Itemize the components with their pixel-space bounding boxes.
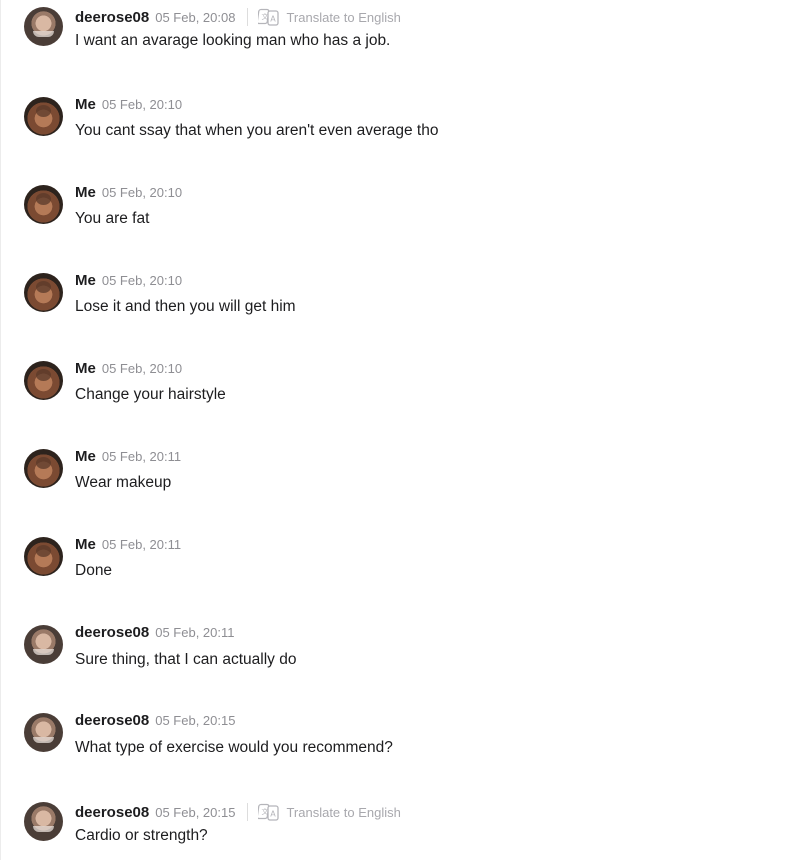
message-time: 05 Feb, 20:11: [155, 625, 235, 640]
message-item: Me 05 Feb, 20:11 Wear makeup: [24, 442, 784, 502]
message-item: deerose08 05 Feb, 20:15 What type of exe…: [24, 706, 784, 766]
message-time: 05 Feb, 20:08: [155, 9, 236, 25]
message-text: Wear makeup: [75, 474, 172, 491]
translate-icon: A 文: [258, 803, 280, 821]
message-header: Me 05 Feb, 20:10: [75, 360, 182, 377]
message-item: deerose08 05 Feb, 20:11 Sure thing, that…: [24, 618, 784, 678]
message-text: Change your hairstyle: [75, 386, 226, 403]
message-header: Me 05 Feb, 20:10: [75, 96, 182, 113]
svg-text:文: 文: [262, 12, 269, 21]
chat-thread: deerose08 05 Feb, 20:08 A 文 Translate to…: [0, 0, 809, 860]
sender-name[interactable]: deerose08: [75, 804, 149, 821]
translate-icon: A 文: [258, 8, 280, 26]
message-time: 05 Feb, 20:11: [101, 449, 182, 464]
svg-text:文: 文: [262, 807, 269, 816]
message-item: Me 05 Feb, 20:10 You are fat: [24, 178, 784, 238]
message-item: deerose08 05 Feb, 20:08 A 文 Translate to…: [24, 0, 784, 60]
message-header: Me 05 Feb, 20:10: [75, 184, 182, 201]
message-item: Me 05 Feb, 20:10 Change your hairstyle: [24, 354, 784, 414]
message-text: Done: [75, 562, 113, 579]
sender-name[interactable]: Me: [75, 272, 96, 289]
translate-button[interactable]: A 文 Translate to English: [258, 6, 401, 28]
message-text: What type of exercise would you recommen…: [75, 739, 393, 756]
sender-name[interactable]: Me: [75, 96, 96, 113]
sender-name[interactable]: deerose08: [75, 712, 149, 729]
translate-label: Translate to English: [286, 804, 401, 820]
message-text: Sure thing, that I can actually do: [75, 651, 297, 668]
divider: [247, 8, 249, 26]
avatar[interactable]: [24, 625, 63, 664]
svg-text:A: A: [271, 15, 277, 24]
message-header: deerose08 05 Feb, 20:11: [75, 624, 234, 641]
avatar[interactable]: [24, 97, 63, 136]
message-text: You are fat: [75, 210, 150, 227]
message-header: Me 05 Feb, 20:11: [75, 448, 181, 465]
message-time: 05 Feb, 20:15: [155, 713, 236, 728]
avatar[interactable]: [24, 7, 63, 46]
avatar[interactable]: [24, 273, 63, 312]
message-header: Me 05 Feb, 20:11: [75, 536, 181, 553]
avatar[interactable]: [24, 802, 63, 841]
message-text: You cant ssay that when you aren't even …: [75, 122, 439, 139]
avatar[interactable]: [24, 361, 63, 400]
message-text: I want an avarage looking man who has a …: [75, 32, 391, 49]
sender-name[interactable]: Me: [75, 536, 96, 553]
svg-text:A: A: [271, 810, 277, 819]
message-item: Me 05 Feb, 20:10 You cant ssay that when…: [24, 90, 784, 150]
translate-button[interactable]: A 文 Translate to English: [258, 801, 401, 823]
avatar[interactable]: [24, 537, 63, 576]
message-time: 05 Feb, 20:10: [101, 97, 183, 112]
message-time: 05 Feb, 20:10: [101, 361, 183, 376]
avatar[interactable]: [24, 185, 63, 224]
divider: [247, 803, 249, 821]
sender-name[interactable]: deerose08: [75, 624, 149, 641]
message-item: Me 05 Feb, 20:10 Lose it and then you wi…: [24, 266, 784, 326]
message-text: Cardio or strength?: [75, 827, 208, 844]
message-header: deerose08 05 Feb, 20:08 A 文 Translate to…: [75, 6, 401, 28]
sender-name[interactable]: deerose08: [75, 9, 149, 26]
message-item: deerose08 05 Feb, 20:15 A 文 Translate to…: [24, 795, 784, 855]
translate-label: Translate to English: [286, 9, 401, 25]
avatar[interactable]: [24, 713, 63, 752]
message-header: Me 05 Feb, 20:10: [75, 272, 182, 289]
message-header: deerose08 05 Feb, 20:15: [75, 712, 235, 729]
message-time: 05 Feb, 20:11: [101, 537, 182, 552]
sender-name[interactable]: Me: [75, 448, 96, 465]
message-time: 05 Feb, 20:10: [101, 273, 183, 288]
message-header: deerose08 05 Feb, 20:15 A 文 Translate to…: [75, 801, 401, 823]
message-time: 05 Feb, 20:10: [101, 185, 183, 200]
message-time: 05 Feb, 20:15: [155, 804, 236, 820]
message-text: Lose it and then you will get him: [75, 298, 296, 315]
sender-name[interactable]: Me: [75, 360, 96, 377]
message-item: Me 05 Feb, 20:11 Done: [24, 530, 784, 590]
avatar[interactable]: [24, 449, 63, 488]
sender-name[interactable]: Me: [75, 184, 96, 201]
